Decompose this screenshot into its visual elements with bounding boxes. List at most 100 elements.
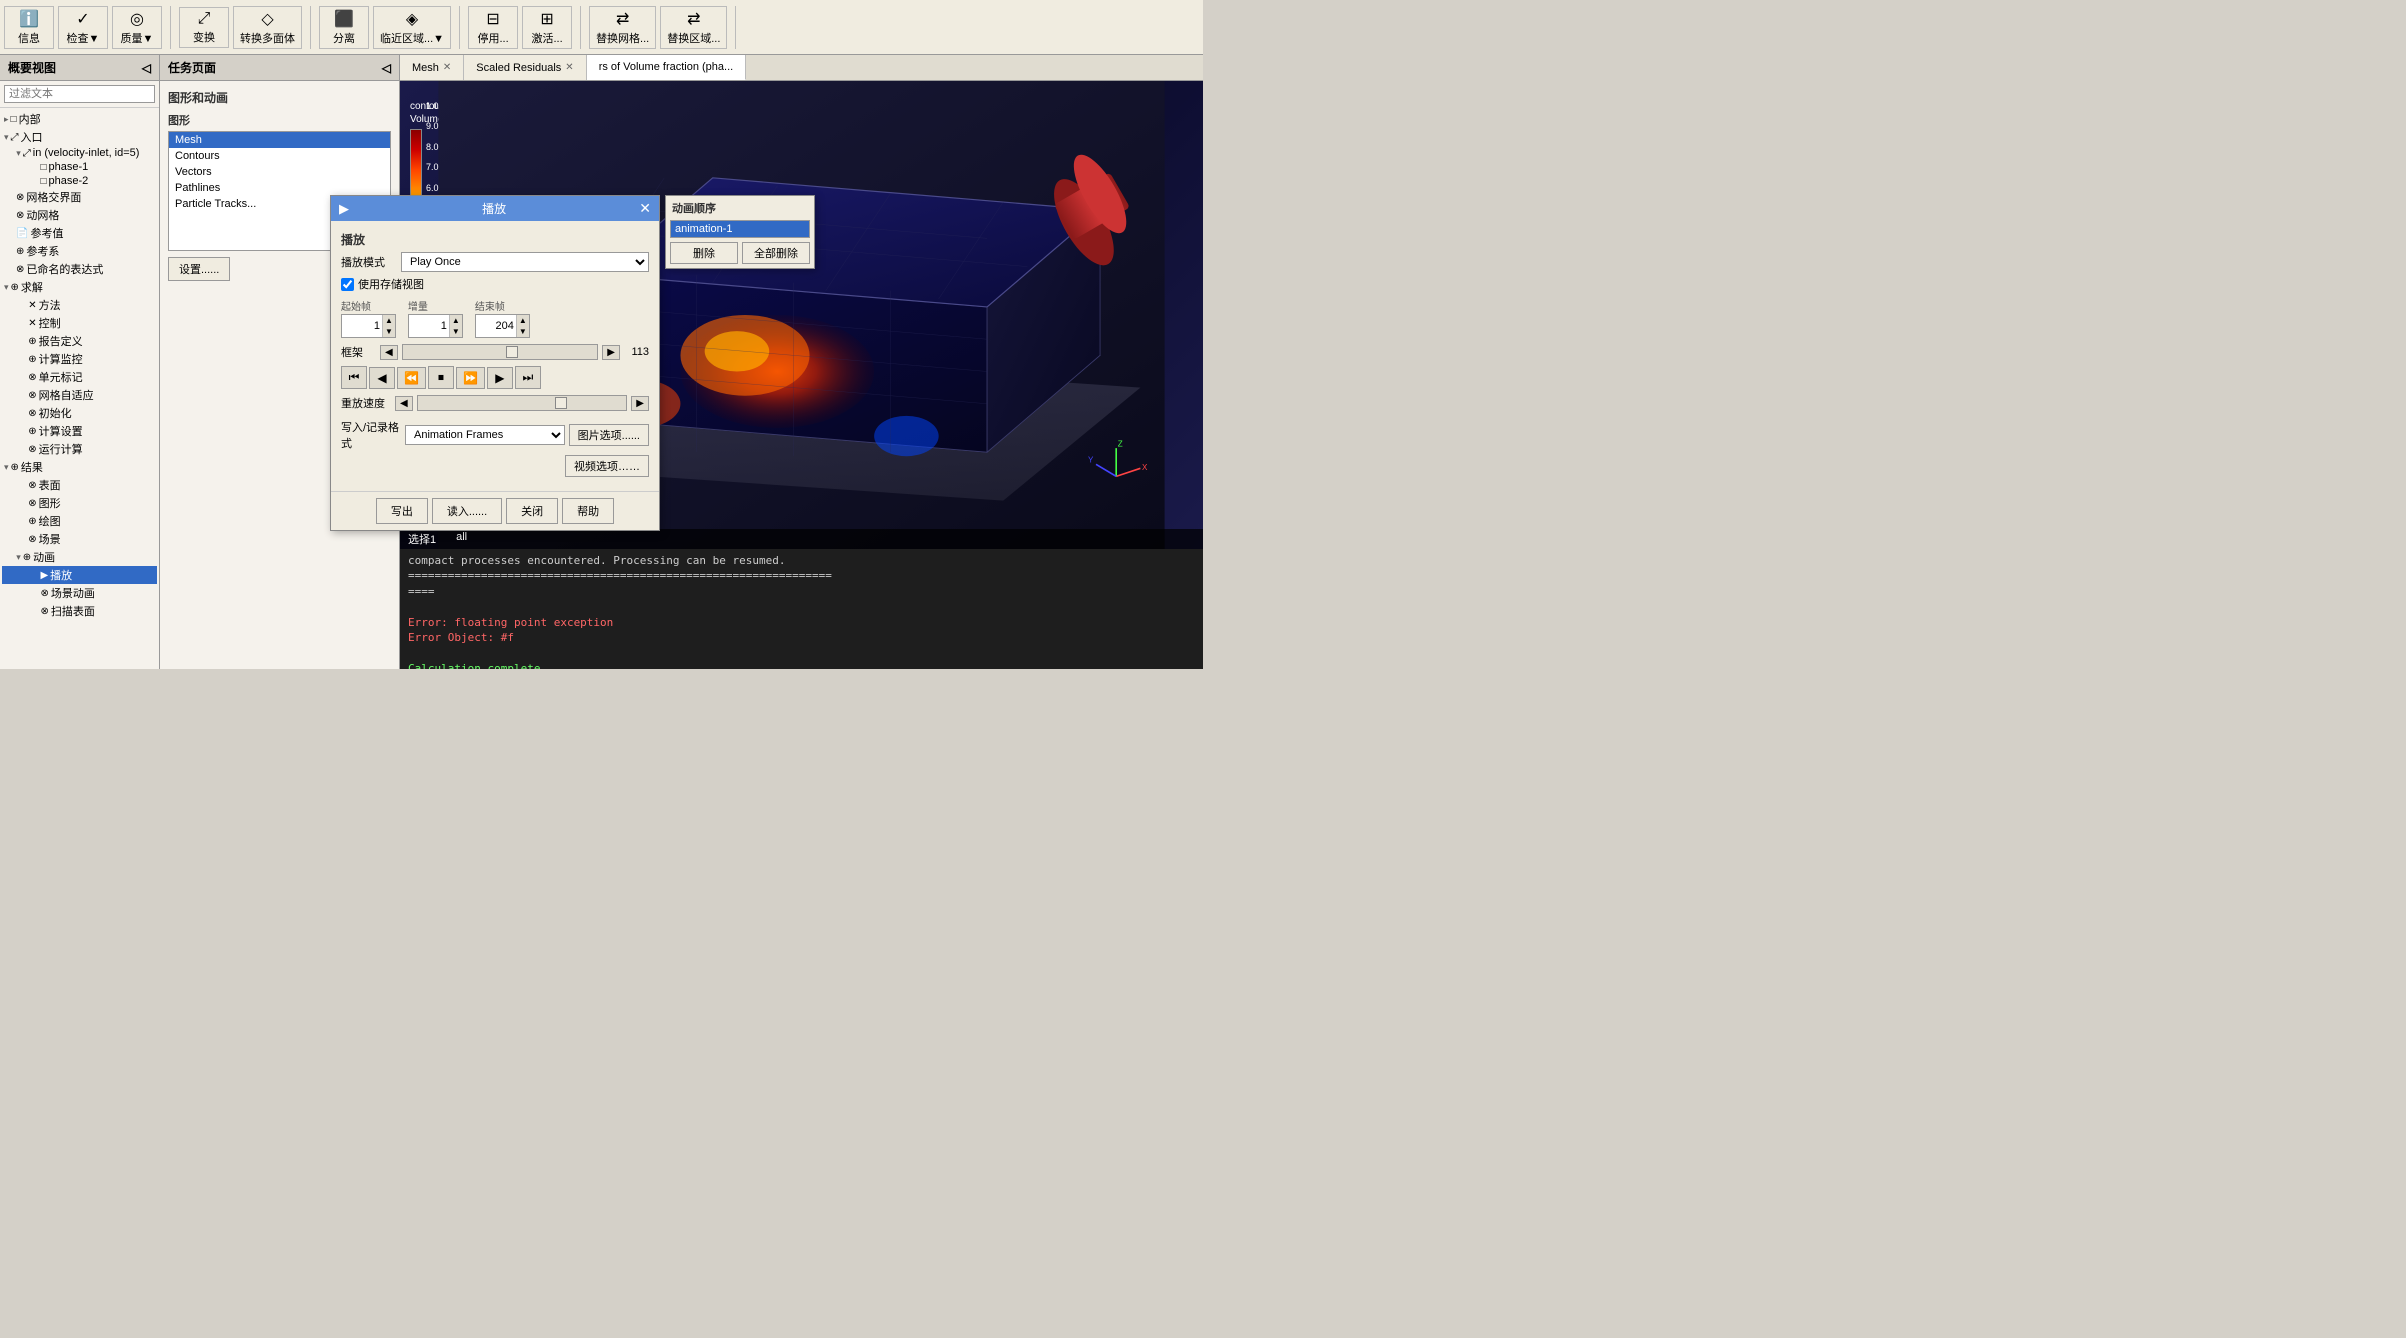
step-fwd-button[interactable]: ⏩ [456, 367, 485, 389]
next-button[interactable]: ▶ [487, 367, 513, 389]
frame-slider-thumb[interactable] [506, 346, 518, 358]
sidebar-tree-item[interactable]: ▾⤢ 入口 [2, 128, 157, 146]
close-button[interactable]: 关闭 [506, 498, 558, 524]
sidebar-tree-item[interactable]: ⊕ 报告定义 [2, 332, 157, 350]
convert-poly-button[interactable]: ◇ 转换多面体 [233, 6, 302, 49]
frame-slider-right[interactable]: ▶ [602, 345, 620, 360]
sidebar-tree-item[interactable]: ⊗ 网格自适应 [2, 386, 157, 404]
increment-down[interactable]: ▼ [449, 326, 462, 337]
sidebar-tree-item[interactable]: ⊗ 已命名的表达式 [2, 260, 157, 278]
transform-button[interactable]: ⤢ 变换 [179, 7, 229, 48]
graphics-list-item[interactable]: Contours [169, 148, 390, 164]
separate-button[interactable]: ⬛ 分离 [319, 6, 369, 49]
viz-tab[interactable]: rs of Volume fraction (pha... [587, 55, 747, 80]
write-format-select[interactable]: Animation FramesMPEGAVI [405, 425, 565, 445]
frame-slider-left[interactable]: ◀ [380, 345, 398, 360]
viz-tab[interactable]: Scaled Residuals✕ [464, 55, 586, 80]
deactivate-button[interactable]: ⊟ 停用... [468, 6, 518, 49]
prev-button[interactable]: ◀ [369, 367, 395, 389]
picture-options-button[interactable]: 图片选项...... [569, 424, 649, 446]
anim-seq-item[interactable]: animation-1 [671, 221, 809, 237]
sidebar-tree-item[interactable]: ⊗ 运行计算 [2, 440, 157, 458]
speed-slider-left[interactable]: ◀ [395, 396, 413, 411]
task-panel-close-icon[interactable]: ◁ [382, 61, 391, 75]
read-in-button[interactable]: 读入...... [432, 498, 502, 524]
increment-up[interactable]: ▲ [449, 315, 462, 326]
main-layout: 概要视图 ◁ ▸□ 内部▾⤢ 入口 ▾⤢ in (velocity-inlet,… [0, 55, 1203, 669]
increment-input[interactable] [409, 318, 449, 334]
sidebar-tree-item[interactable]: ▾⊕ 动画 [2, 548, 157, 566]
sidebar-tree-item[interactable]: ⊗ 单元标记 [2, 368, 157, 386]
sidebar-tree-item[interactable]: ⊗ 动网格 [2, 206, 157, 224]
sidebar-tree-item[interactable]: ⊕ 计算监控 [2, 350, 157, 368]
stop-button[interactable]: ⏹ [428, 366, 454, 389]
graphics-list-item[interactable]: Vectors [169, 164, 390, 180]
selection-label: 选择1 [408, 531, 436, 547]
end-frame-up[interactable]: ▲ [516, 315, 529, 326]
console-line: compact processes encountered. Processin… [408, 553, 1195, 568]
sidebar-tree-item[interactable]: 📄 参考值 [2, 224, 157, 242]
graphics-list-item[interactable]: Pathlines [169, 180, 390, 196]
sidebar-tree-item[interactable]: ⊕ 计算设置 [2, 422, 157, 440]
separate-label: 分离 [333, 30, 355, 46]
speed-slider-track[interactable] [417, 395, 628, 411]
end-frame-input[interactable] [476, 318, 516, 334]
info-button[interactable]: ℹ️ 信息 [4, 6, 54, 49]
video-options-button[interactable]: 视频选项…… [565, 455, 649, 477]
tab-close-icon[interactable]: ✕ [565, 62, 573, 73]
speed-slider-thumb[interactable] [555, 397, 567, 409]
sidebar-tree-item[interactable]: ⊗ 场景动画 [2, 584, 157, 602]
sidebar-tree-item[interactable]: ⊗ 表面 [2, 476, 157, 494]
increment-spinbox: ▲ ▼ [408, 314, 463, 338]
sidebar-tree-item[interactable]: □ phase-2 [2, 174, 157, 188]
check-button[interactable]: ✓ 检查▼ [58, 6, 108, 49]
sidebar-tree-item[interactable]: ✕ 方法 [2, 296, 157, 314]
delete-all-button[interactable]: 全部删除 [742, 242, 810, 264]
quality-button[interactable]: ◎ 质量▼ [112, 6, 162, 49]
stored-views-checkbox[interactable] [341, 278, 354, 291]
rewind-button[interactable]: ⏮ [341, 366, 367, 389]
sidebar-tree-item[interactable]: ⊗ 初始化 [2, 404, 157, 422]
proximity-button[interactable]: ◈ 临近区域...▼ [373, 6, 451, 49]
settings-button[interactable]: 设置...... [168, 257, 230, 281]
sidebar-collapse-icon[interactable]: ◁ [142, 61, 151, 75]
toolbar-group-replace: ⇄ 替换网格... ⇄ 替换区域... [589, 6, 736, 49]
speed-slider-right[interactable]: ▶ [631, 396, 649, 411]
graphics-list-item[interactable]: Mesh [169, 132, 390, 148]
animation-sequence-panel: 动画顺序 animation-1 删除 全部删除 [665, 195, 815, 269]
sidebar-tree-item[interactable]: □ phase-1 [2, 160, 157, 174]
sidebar-tree-item[interactable]: ⊕ 绘图 [2, 512, 157, 530]
sidebar-tree-item[interactable]: ⊗ 图形 [2, 494, 157, 512]
delete-button[interactable]: 删除 [670, 242, 738, 264]
sidebar-tree-item[interactable]: ▾⤢ in (velocity-inlet, id=5) [2, 146, 157, 160]
sidebar-tree-item[interactable]: ⊗ 网格交界面 [2, 188, 157, 206]
tab-close-icon[interactable]: ✕ [443, 62, 451, 73]
start-frame-down[interactable]: ▼ [382, 326, 395, 337]
filter-input[interactable] [4, 85, 155, 103]
end-frame-down[interactable]: ▼ [516, 326, 529, 337]
step-back-button[interactable]: ⏪ [397, 367, 426, 389]
fwd-button[interactable]: ⏭ [515, 366, 541, 389]
sidebar-tree-item[interactable]: ▸□ 内部 [2, 110, 157, 128]
task-panel-title: 任务页面 [168, 59, 216, 76]
sidebar-tree-item[interactable]: ✕ 控制 [2, 314, 157, 332]
sidebar-tree-item[interactable]: ⊕ 参考系 [2, 242, 157, 260]
viz-tab[interactable]: Mesh✕ [400, 55, 464, 80]
sidebar-tree-item[interactable]: ▾⊕ 结果 [2, 458, 157, 476]
anim-seq-title: 动画顺序 [666, 196, 814, 220]
dialog-close-button[interactable]: ✕ [639, 200, 651, 217]
help-button[interactable]: 帮助 [562, 498, 614, 524]
sidebar-tree-item[interactable]: ⊗ 扫描表面 [2, 602, 157, 620]
sidebar-tree-item[interactable]: ⊗ 场景 [2, 530, 157, 548]
write-out-button[interactable]: 写出 [376, 498, 428, 524]
start-frame-spinbox: ▲ ▼ [341, 314, 396, 338]
replace-mesh-button[interactable]: ⇄ 替换网格... [589, 6, 656, 49]
activate-button[interactable]: ⊞ 激活... [522, 6, 572, 49]
play-mode-select[interactable]: Play OnceLoopBounce [401, 252, 649, 272]
start-frame-input[interactable] [342, 318, 382, 334]
start-frame-up[interactable]: ▲ [382, 315, 395, 326]
frame-slider-track[interactable] [402, 344, 599, 360]
sidebar-tree-item[interactable]: ▾⊕ 求解 [2, 278, 157, 296]
sidebar-tree-item[interactable]: ▶ 播放 [2, 566, 157, 584]
replace-zone-button[interactable]: ⇄ 替换区域... [660, 6, 727, 49]
